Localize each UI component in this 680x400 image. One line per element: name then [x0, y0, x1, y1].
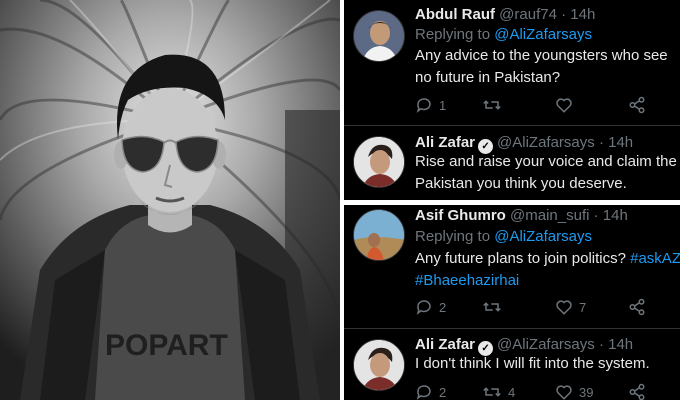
- reply-count: 1: [439, 97, 447, 113]
- hashtag-bhaeehazirhai[interactable]: #Bhaeehazirhai: [415, 272, 519, 289]
- tweet-time[interactable]: · 14h: [594, 207, 628, 224]
- replying-to: Replying to @AliZafarsays: [415, 26, 592, 44]
- reply-icon: [416, 385, 431, 400]
- author-name[interactable]: Ali Zafar: [415, 134, 475, 151]
- replying-to: Replying to @AliZafarsays: [415, 228, 592, 246]
- tweet-time[interactable]: · 14h: [599, 336, 633, 353]
- tweet-text-main: Any future plans to join politics?: [415, 250, 626, 267]
- svg-text:POPART: POPART: [105, 329, 228, 362]
- author-name[interactable]: Asif Ghumro: [415, 207, 506, 224]
- twitter-replies-panel: Abdul Rauf @rauf74 · 14h Replying to @Al…: [344, 0, 680, 400]
- tweet-actions: 1: [415, 95, 680, 115]
- retweet-icon: [483, 302, 501, 312]
- author-handle[interactable]: @rauf74: [499, 6, 557, 23]
- author-name[interactable]: Ali Zafar: [415, 336, 475, 353]
- replying-label: Replying to: [415, 228, 491, 245]
- tweet-actions: 2 7: [415, 297, 680, 317]
- retweet-count: 4: [508, 384, 516, 400]
- tweet-text: Rise and raise your voice and claim the …: [415, 153, 677, 192]
- like-button[interactable]: 39: [555, 382, 593, 400]
- tweet-actions: 2 4 39: [415, 382, 680, 400]
- avatar[interactable]: [353, 10, 405, 62]
- author-name[interactable]: Abdul Rauf: [415, 6, 495, 23]
- portrait-illustration: POPART: [0, 0, 340, 400]
- tweet-header: Asif Ghumro @main_sufi · 14h: [415, 207, 628, 225]
- tweet-text: Any advice to the youngsters who see no …: [415, 47, 668, 86]
- tweet-text: I don't think I will fit into the system…: [415, 355, 650, 372]
- reply-icon: [416, 98, 431, 113]
- like-icon: [556, 300, 572, 315]
- tweet-header: Abdul Rauf @rauf74 · 14h: [415, 6, 595, 24]
- reply-button[interactable]: 1: [415, 95, 446, 115]
- reply-button[interactable]: 2: [415, 297, 446, 317]
- author-handle[interactable]: @AliZafarsays: [497, 134, 595, 151]
- share-icon: [629, 96, 645, 114]
- avatar[interactable]: [353, 136, 405, 188]
- mention-link[interactable]: @AliZafarsays: [494, 26, 592, 43]
- like-button[interactable]: 7: [555, 297, 586, 317]
- share-button[interactable]: [628, 95, 646, 115]
- replying-label: Replying to: [415, 26, 491, 43]
- portrait-photo: POPART: [0, 0, 340, 400]
- screenshot-divider: [344, 200, 680, 205]
- tweet-text: Any future plans to join politics? #askA…: [415, 248, 680, 292]
- like-count: 39: [579, 384, 594, 400]
- avatar[interactable]: [353, 209, 405, 261]
- reply-button[interactable]: 2: [415, 382, 446, 400]
- author-handle[interactable]: @main_sufi: [510, 207, 589, 224]
- share-button[interactable]: [628, 382, 646, 400]
- share-button[interactable]: [628, 297, 646, 317]
- reply-count: 2: [439, 384, 447, 400]
- hashtag-askaz[interactable]: #askAZ: [630, 250, 680, 267]
- like-count: 7: [579, 299, 587, 315]
- tweet-separator: [344, 125, 680, 126]
- tweet-time[interactable]: · 14h: [561, 6, 595, 23]
- tweet-time[interactable]: · 14h: [599, 134, 633, 151]
- like-button[interactable]: [555, 95, 573, 115]
- retweet-button[interactable]: 4: [482, 382, 515, 400]
- retweet-button[interactable]: [482, 95, 502, 115]
- retweet-button[interactable]: [482, 297, 502, 317]
- mention-link[interactable]: @AliZafarsays: [494, 228, 592, 245]
- retweet-icon: [483, 387, 501, 397]
- reply-count: 2: [439, 299, 447, 315]
- author-handle[interactable]: @AliZafarsays: [497, 336, 595, 353]
- avatar[interactable]: [353, 339, 405, 391]
- retweet-icon: [483, 100, 501, 110]
- tweet-separator: [344, 328, 680, 329]
- share-icon: [629, 383, 645, 400]
- like-icon: [556, 385, 572, 400]
- like-icon: [556, 98, 572, 113]
- share-icon: [629, 298, 645, 316]
- reply-icon: [416, 300, 431, 315]
